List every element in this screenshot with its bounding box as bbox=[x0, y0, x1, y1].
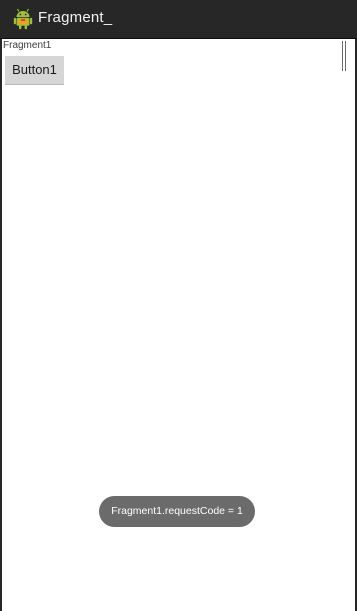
device-screen: Fragment_ Fragment1 Button1 Fragment1.re… bbox=[0, 0, 357, 611]
action-bar: Fragment_ bbox=[0, 0, 357, 39]
button1[interactable]: Button1 bbox=[5, 56, 64, 85]
app-title: Fragment_ bbox=[38, 9, 113, 26]
android-robot-icon[interactable] bbox=[13, 8, 33, 30]
fragment-label: Fragment1 bbox=[3, 40, 52, 51]
toast-message: Fragment1.requestCode = 1 bbox=[99, 496, 255, 527]
scroll-indicator[interactable] bbox=[342, 41, 346, 71]
